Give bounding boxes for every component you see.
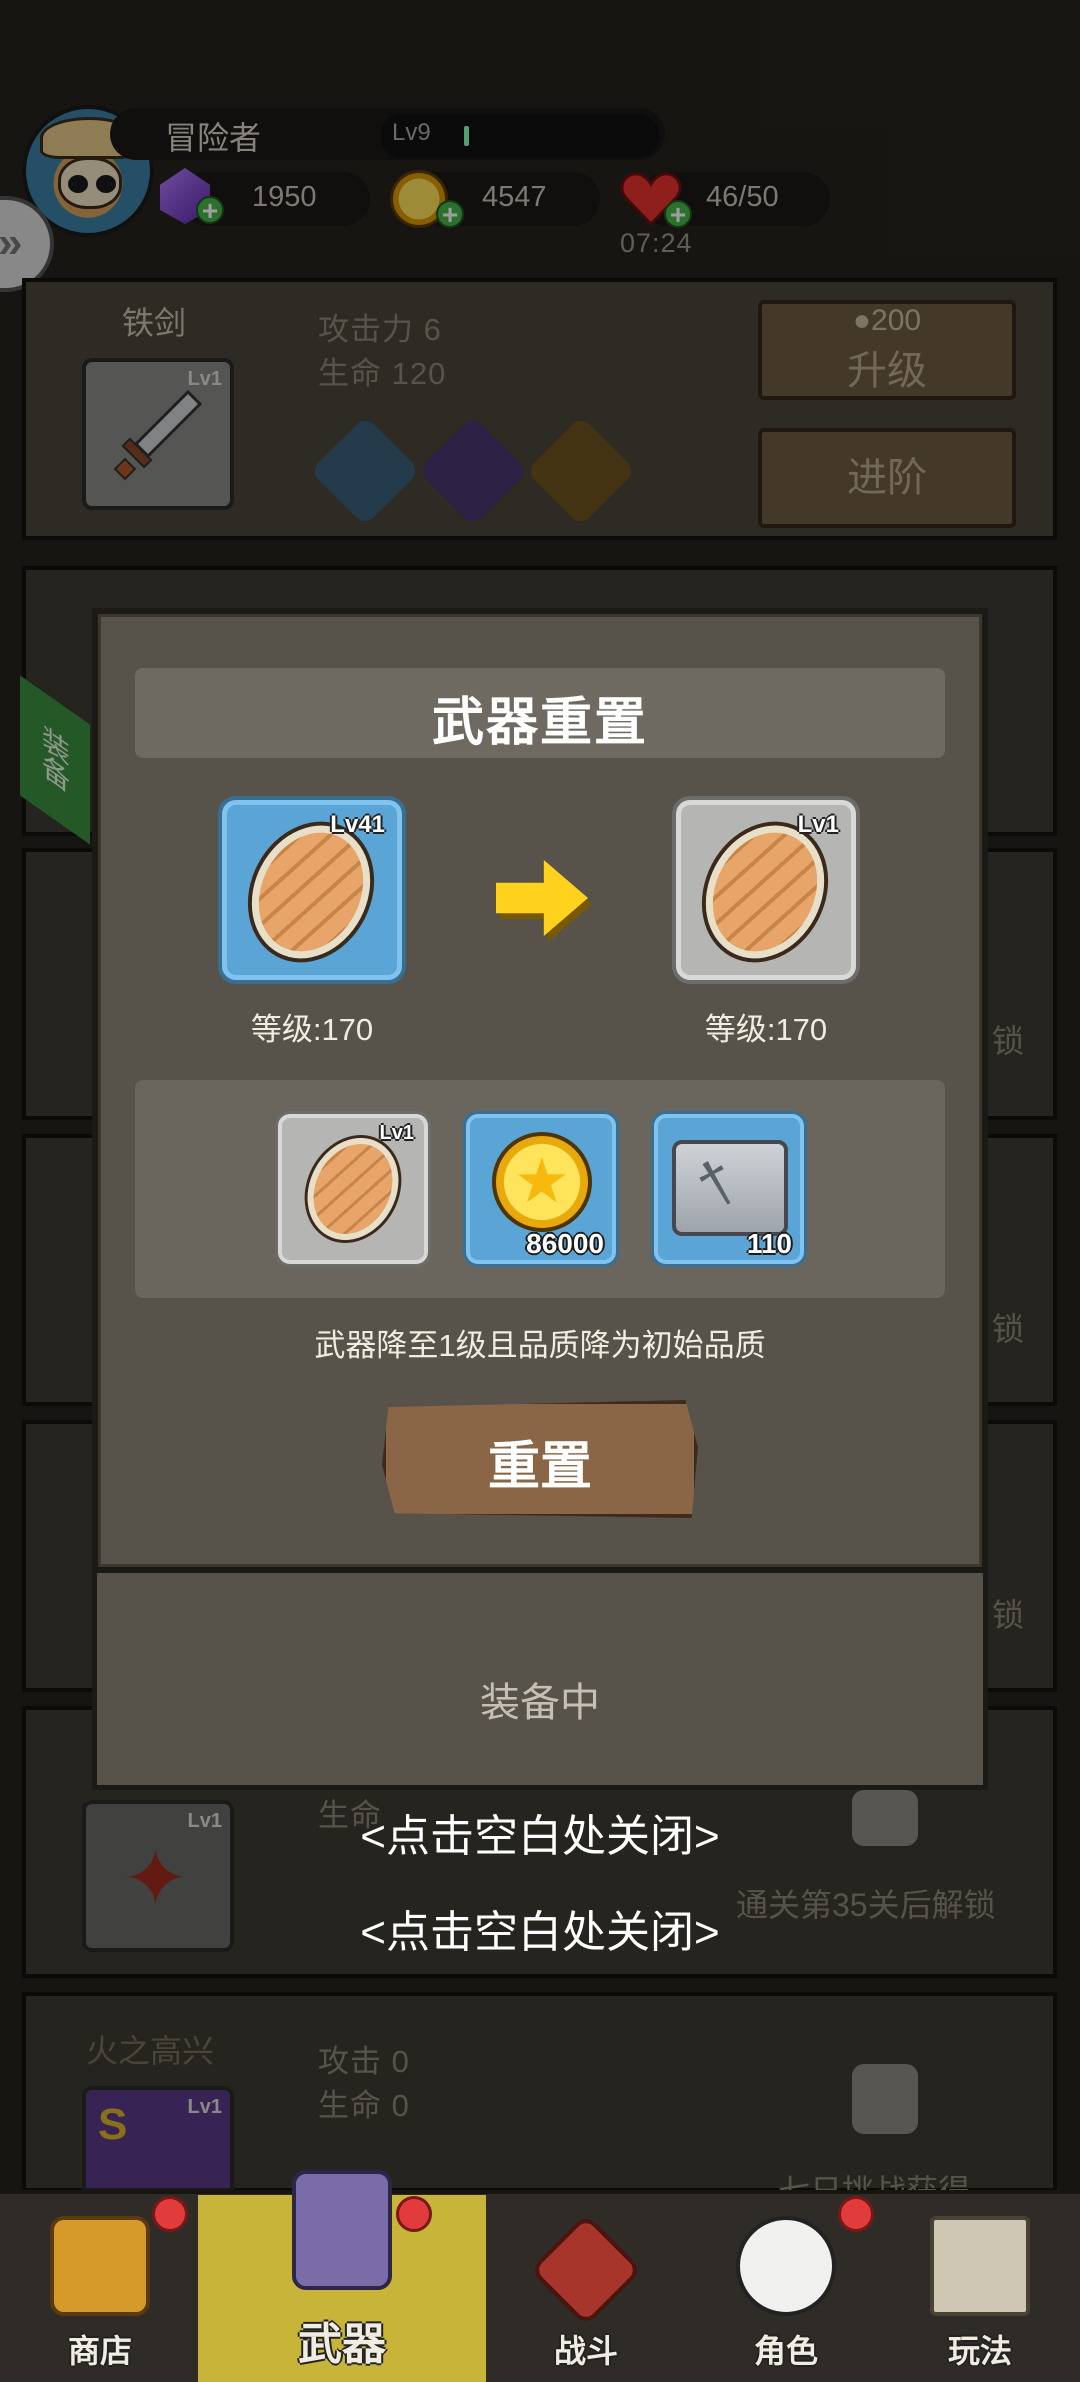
after-grade: 等级:170 [704,1012,828,1047]
cost-item-qty: 86000 [526,1228,604,1259]
equipped-status: 装备中 [480,1681,600,1725]
nav-label: 角色 [753,2333,818,2369]
swords-icon [529,2213,643,2327]
nav-label: 武器 [298,2320,386,2369]
weapon-before-slot[interactable]: Lv41 [222,800,402,980]
cost-item-qty: 110 [746,1228,792,1259]
weapon-after-slot[interactable]: Lv1 [676,800,856,980]
panda-icon [736,2216,836,2316]
dialog-title: 武器重置 [431,694,648,752]
weapon-after-level: Lv1 [797,811,839,838]
cost-item-level: Lv1 [379,1122,414,1144]
weapon-before-level: Lv41 [330,811,385,838]
before-grade: 等级:170 [250,1012,374,1047]
castle-icon [930,2216,1030,2316]
notification-badge [838,2196,874,2232]
nav-label: 商店 [67,2333,132,2369]
cost-item-scroll[interactable]: † 110 [654,1114,804,1264]
weapon-icon [292,2170,392,2290]
nav-item-gameplay[interactable]: 玩法 [890,2200,1070,2382]
reset-button-label: 重置 [487,1438,592,1496]
nav-item-battle[interactable]: 战斗 [496,2200,676,2382]
nav-label: 玩法 [947,2333,1012,2369]
cost-item-gold[interactable]: ★ 86000 [466,1114,616,1264]
reset-description: 武器降至1级且品质降为初始品质 [314,1328,766,1363]
chest-icon [50,2216,150,2316]
weapon-scroll-icon: † [672,1140,788,1236]
notification-badge [396,2196,432,2232]
gold-coin-icon: ★ [492,1132,592,1232]
notification-badge [152,2196,188,2232]
close-hint[interactable]: <点击空白处关闭> [0,1800,1080,1864]
nav-label: 战斗 [553,2333,618,2369]
close-hint[interactable]: <点击空白处关闭> [0,1896,1080,1960]
cost-item-shield[interactable]: Lv1 [278,1114,428,1264]
